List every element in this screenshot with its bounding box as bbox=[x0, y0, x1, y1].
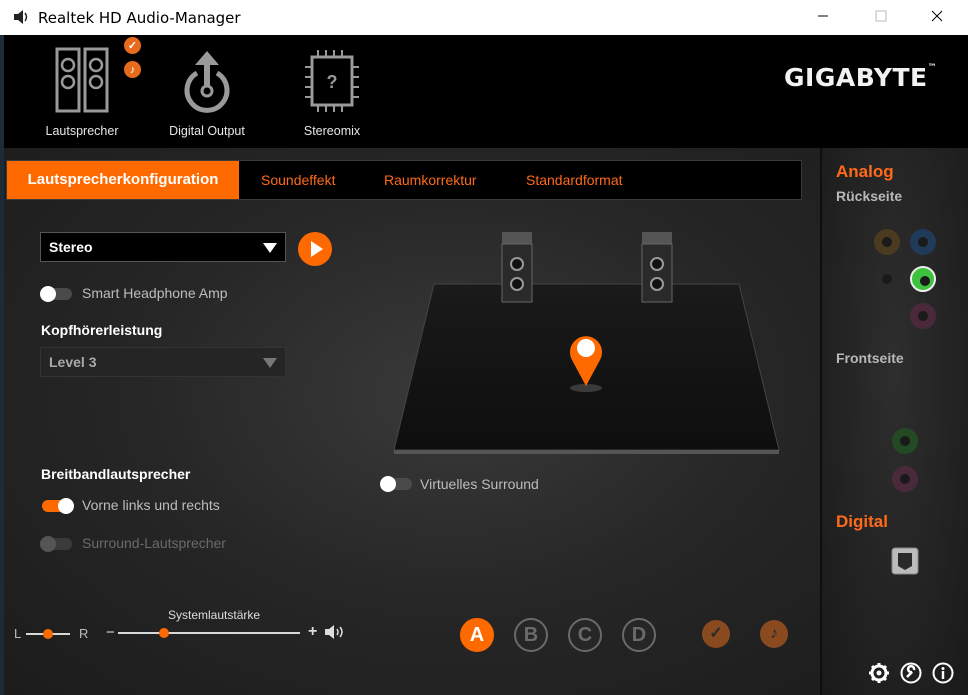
device-stereomix[interactable]: ? Stereomix bbox=[272, 35, 392, 148]
tab-lautsprecherkonfiguration[interactable]: Lautsprecherkonfiguration bbox=[7, 161, 239, 199]
tab-soundeffekt[interactable]: Soundeffekt bbox=[261, 161, 335, 199]
main-panel: Lautsprecherkonfiguration Soundeffekt Ra… bbox=[4, 148, 820, 695]
speaker-icon bbox=[55, 47, 109, 113]
front-panel-label: Frontseite bbox=[836, 350, 904, 366]
checkmark-badge-icon: ✓ bbox=[124, 37, 141, 54]
smart-headphone-label: Smart Headphone Amp bbox=[82, 285, 228, 301]
wrench-icon[interactable] bbox=[900, 662, 922, 684]
device-label: Stereomix bbox=[303, 124, 361, 138]
balance-left-label: L bbox=[14, 626, 22, 641]
maximize-button[interactable] bbox=[858, 0, 904, 32]
profile-c-button[interactable]: C bbox=[568, 618, 602, 652]
right-speaker-icon[interactable] bbox=[640, 232, 674, 304]
listener-position-pin-icon[interactable] bbox=[567, 330, 605, 394]
stereomix-chip-icon: ? bbox=[305, 50, 359, 112]
front-lr-label: Vorne links und rechts bbox=[82, 497, 220, 513]
front-jack-pink-icon[interactable] bbox=[892, 466, 918, 492]
system-volume-label: Systemlautstärke bbox=[168, 608, 261, 622]
virtual-surround-label: Virtuelles Surround bbox=[420, 476, 539, 492]
left-speaker-icon[interactable] bbox=[500, 232, 534, 304]
balance-slider-knob[interactable] bbox=[43, 629, 53, 639]
play-test-button[interactable] bbox=[298, 232, 332, 266]
headphone-jack-detect-icon[interactable]: ♪ bbox=[760, 620, 788, 648]
realtek-speaker-icon bbox=[14, 10, 28, 24]
checkmark-icon[interactable]: ✓ bbox=[702, 620, 730, 648]
device-bar: ✓ ♪ Lautsprecher Digital Output ? Stereo… bbox=[4, 35, 968, 155]
broadband-heading: Breitbandlautsprecher bbox=[41, 466, 191, 482]
digital-heading: Digital bbox=[836, 512, 888, 531]
close-icon bbox=[931, 10, 943, 22]
headphone-level-value: Level 3 bbox=[49, 354, 97, 370]
rear-jack-pink-icon[interactable] bbox=[910, 303, 936, 329]
smart-headphone-toggle[interactable] bbox=[40, 286, 72, 302]
headphone-level-select[interactable]: Level 3 bbox=[40, 347, 286, 377]
virtual-surround-toggle[interactable] bbox=[380, 476, 412, 492]
volume-slider-knob[interactable] bbox=[159, 628, 169, 638]
profile-a-button[interactable]: A bbox=[460, 618, 494, 652]
maximize-icon bbox=[875, 10, 887, 22]
rear-jack-green-icon[interactable] bbox=[910, 266, 936, 292]
analog-heading: Analog bbox=[836, 162, 894, 181]
speaker-mode-select[interactable]: Stereo bbox=[40, 232, 286, 262]
device-digital-output[interactable]: Digital Output bbox=[147, 35, 267, 148]
device-label: Digital Output bbox=[169, 124, 245, 138]
volume-speaker-icon[interactable] bbox=[324, 623, 348, 641]
settings-gear-icon[interactable] bbox=[868, 662, 890, 684]
surround-speaker-toggle[interactable] bbox=[40, 536, 72, 552]
minimize-icon bbox=[818, 15, 828, 17]
balance-right-label: R bbox=[79, 626, 89, 641]
chevron-down-icon bbox=[263, 358, 277, 368]
headphone-badge-icon: ♪ bbox=[124, 61, 141, 78]
volume-slider-track[interactable] bbox=[118, 632, 300, 634]
volume-minus-icon[interactable]: − bbox=[106, 624, 115, 641]
device-lautsprecher[interactable]: ✓ ♪ Lautsprecher bbox=[22, 35, 142, 148]
rear-jack-black-icon[interactable] bbox=[874, 266, 900, 292]
headphone-power-heading: Kopfhörerleistung bbox=[41, 322, 163, 338]
info-icon[interactable] bbox=[932, 662, 954, 684]
tab-standardformat[interactable]: Standardformat bbox=[526, 161, 623, 199]
profile-b-button[interactable]: B bbox=[514, 618, 548, 652]
rear-jack-orange-icon[interactable] bbox=[874, 229, 900, 255]
speaker-mode-value: Stereo bbox=[49, 239, 93, 255]
optical-spdif-port-icon[interactable] bbox=[890, 546, 920, 576]
tab-bar: Lautsprecherkonfiguration Soundeffekt Ra… bbox=[6, 160, 802, 200]
rear-jack-blue-icon[interactable] bbox=[910, 229, 936, 255]
surround-speaker-label: Surround-Lautsprecher bbox=[82, 535, 226, 551]
title-bar: Realtek HD Audio-Manager bbox=[0, 0, 968, 35]
close-button[interactable] bbox=[914, 0, 960, 32]
front-lr-toggle[interactable] bbox=[42, 498, 74, 514]
device-label: Lautsprecher bbox=[45, 124, 119, 138]
front-jack-green-icon[interactable] bbox=[892, 428, 918, 454]
svg-text:?: ? bbox=[327, 72, 338, 92]
chevron-down-icon bbox=[263, 243, 277, 253]
connector-panel: Analog Rückseite Frontseite Digital bbox=[820, 148, 968, 695]
gigabyte-logo: GIGABYTE™ bbox=[784, 63, 938, 92]
volume-plus-icon[interactable]: + bbox=[308, 623, 317, 641]
digital-output-icon bbox=[184, 51, 230, 113]
window-title: Realtek HD Audio-Manager bbox=[38, 9, 241, 27]
minimize-button[interactable] bbox=[800, 0, 846, 32]
rear-panel-label: Rückseite bbox=[836, 188, 903, 204]
profile-d-button[interactable]: D bbox=[622, 618, 656, 652]
tab-raumkorrektur[interactable]: Raumkorrektur bbox=[384, 161, 477, 199]
